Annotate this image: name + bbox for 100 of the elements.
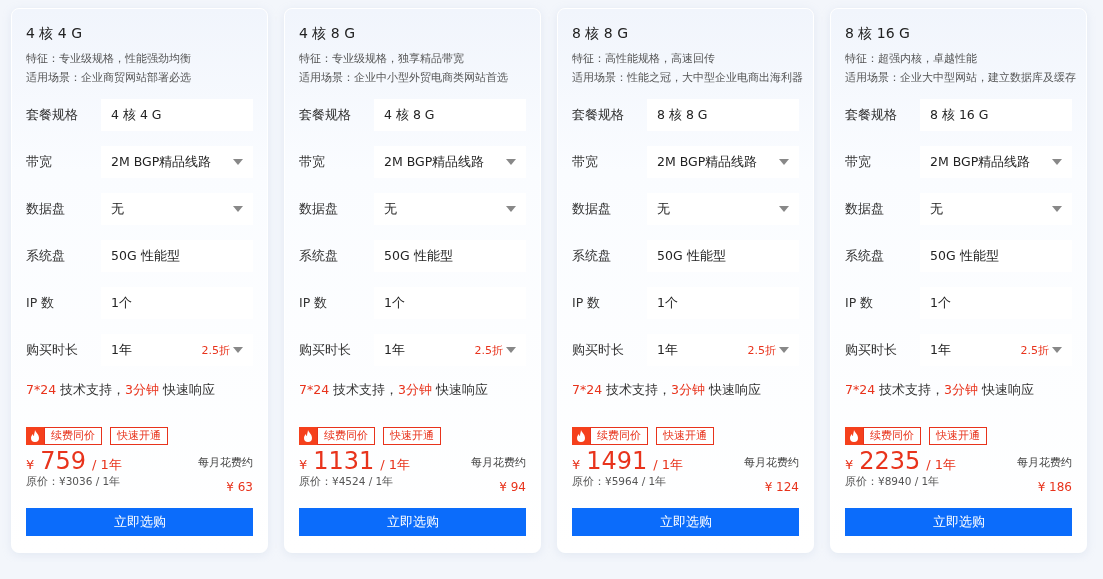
field-label: IP 数 bbox=[572, 294, 602, 312]
support-text: 快速响应 bbox=[708, 382, 762, 397]
field-label: 系统盘 bbox=[26, 247, 66, 265]
field-label: IP 数 bbox=[26, 294, 56, 312]
plan-title: 8 核 8 G bbox=[572, 25, 629, 43]
plan-feature: 特征：专业级规格，性能强劲均衡 bbox=[26, 51, 192, 66]
dropdown-field[interactable]: 2M BGP精品线路 bbox=[920, 146, 1072, 178]
caret-icon bbox=[506, 159, 516, 165]
plan-scenario: 适用场景：企业中小型外贸电商类网站首选 bbox=[299, 70, 509, 85]
dropdown-value: 2M BGP精品线路 bbox=[657, 153, 759, 171]
field-label: 系统盘 bbox=[299, 247, 339, 265]
plan-title: 8 核 16 G bbox=[845, 25, 911, 43]
feature-tag: 快速开通 bbox=[656, 427, 714, 445]
support-text: 3分钟 bbox=[944, 382, 979, 397]
monthly-price: ¥ 124 bbox=[763, 480, 799, 494]
value-field: 50G 性能型 bbox=[374, 240, 526, 272]
price-period: / 1年 bbox=[92, 456, 122, 474]
caret-icon bbox=[233, 206, 243, 212]
buy-button[interactable]: 立即选购 bbox=[26, 508, 253, 536]
fire-icon bbox=[845, 427, 863, 445]
dropdown-field[interactable]: 2M BGP精品线路 bbox=[374, 146, 526, 178]
currency-symbol: ¥ bbox=[572, 457, 581, 472]
value-field: 8 核 16 G bbox=[920, 99, 1072, 131]
support-text: 3分钟 bbox=[671, 382, 706, 397]
caret-icon bbox=[779, 206, 789, 212]
fire-icon bbox=[299, 427, 317, 445]
field-label: 数据盘 bbox=[26, 200, 66, 218]
field-label: IP 数 bbox=[845, 294, 875, 312]
dropdown-value: 1年 bbox=[930, 341, 952, 359]
plan-feature: 特征：专业级规格，独享精品带宽 bbox=[299, 51, 465, 66]
caret-icon bbox=[233, 159, 243, 165]
value-field: 50G 性能型 bbox=[101, 240, 253, 272]
field-label: 带宽 bbox=[299, 153, 326, 171]
support-text: 技术支持， bbox=[878, 382, 945, 397]
value-field: 50G 性能型 bbox=[920, 240, 1072, 272]
dropdown-value: 1年 bbox=[657, 341, 679, 359]
support-text: 3分钟 bbox=[125, 382, 160, 397]
monthly-label: 每月花费约 bbox=[198, 455, 253, 470]
dropdown-value: 2M BGP精品线路 bbox=[384, 153, 486, 171]
dropdown-value: 1年 bbox=[111, 341, 133, 359]
buy-button[interactable]: 立即选购 bbox=[572, 508, 799, 536]
monthly-label: 每月花费约 bbox=[1017, 455, 1072, 470]
dropdown-value: 无 bbox=[111, 200, 125, 218]
discount-label: 2.5折 bbox=[201, 342, 230, 358]
support-text: 快速响应 bbox=[162, 382, 216, 397]
value-field: 1个 bbox=[920, 287, 1072, 319]
caret-icon bbox=[779, 159, 789, 165]
monthly-price: ¥ 94 bbox=[498, 480, 526, 494]
field-label: 套餐规格 bbox=[572, 106, 625, 124]
plan-feature: 特征：高性能规格，高速回传 bbox=[572, 51, 716, 66]
feature-tag: 续费同价 bbox=[317, 427, 375, 445]
value-field: 8 核 8 G bbox=[647, 99, 799, 131]
field-label: 数据盘 bbox=[299, 200, 339, 218]
monthly-label: 每月花费约 bbox=[744, 455, 799, 470]
plan-feature: 特征：超强内核，卓越性能 bbox=[845, 51, 978, 66]
field-label: 套餐规格 bbox=[26, 106, 79, 124]
buy-button[interactable]: 立即选购 bbox=[845, 508, 1072, 536]
field-label: 数据盘 bbox=[572, 200, 612, 218]
price-amount: 1131 bbox=[313, 447, 375, 475]
plan-title: 4 核 8 G bbox=[299, 25, 356, 43]
field-label: 购买时长 bbox=[26, 341, 79, 359]
price-period: / 1年 bbox=[380, 456, 411, 474]
buy-button[interactable]: 立即选购 bbox=[299, 508, 526, 536]
field-label: 购买时长 bbox=[572, 341, 625, 359]
monthly-label: 每月花费约 bbox=[471, 455, 526, 470]
discount-label: 2.5折 bbox=[747, 342, 776, 358]
dropdown-field[interactable]: 无 bbox=[920, 193, 1072, 225]
feature-tag: 快速开通 bbox=[110, 427, 168, 445]
dropdown-field[interactable]: 无 bbox=[101, 193, 253, 225]
plan-title: 4 核 4 G bbox=[26, 25, 83, 43]
field-label: 套餐规格 bbox=[299, 106, 352, 124]
fire-icon bbox=[572, 427, 590, 445]
value-field: 1个 bbox=[374, 287, 526, 319]
field-label: 系统盘 bbox=[572, 247, 612, 265]
dropdown-value: 2M BGP精品线路 bbox=[930, 153, 1032, 171]
dropdown-value: 无 bbox=[930, 200, 944, 218]
plan-scenario: 适用场景：企业商贸网站部署必选 bbox=[26, 70, 192, 85]
price-period: / 1年 bbox=[926, 456, 957, 474]
dropdown-value: 2M BGP精品线路 bbox=[111, 153, 213, 171]
field-label: 数据盘 bbox=[845, 200, 885, 218]
field-label: 带宽 bbox=[845, 153, 872, 171]
dropdown-field[interactable]: 无 bbox=[374, 193, 526, 225]
dropdown-field[interactable]: 2M BGP精品线路 bbox=[101, 146, 253, 178]
price-period: / 1年 bbox=[653, 456, 684, 474]
price-amount: 2235 bbox=[859, 447, 921, 475]
currency-symbol: ¥ bbox=[26, 457, 35, 472]
value-field: 50G 性能型 bbox=[647, 240, 799, 272]
field-label: 系统盘 bbox=[845, 247, 885, 265]
fire-icon bbox=[26, 427, 44, 445]
support-text: 7*24 bbox=[845, 382, 876, 397]
field-label: 购买时长 bbox=[299, 341, 352, 359]
original-price: 原价：¥3036 / 1年 bbox=[26, 475, 122, 489]
value-field: 4 核 4 G bbox=[101, 99, 253, 131]
dropdown-field[interactable]: 2M BGP精品线路 bbox=[647, 146, 799, 178]
caret-icon bbox=[1052, 347, 1062, 353]
price-amount: 759 bbox=[40, 447, 87, 475]
dropdown-value: 无 bbox=[657, 200, 671, 218]
dropdown-field[interactable]: 无 bbox=[647, 193, 799, 225]
field-label: 带宽 bbox=[26, 153, 53, 171]
field-label: 购买时长 bbox=[845, 341, 898, 359]
